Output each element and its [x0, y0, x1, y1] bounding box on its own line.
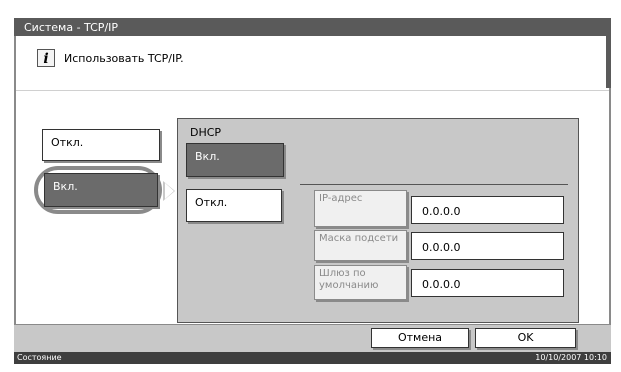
dhcp-off-label: Откл.: [195, 196, 228, 209]
ip-address-label: IP-адрес: [314, 190, 407, 227]
ip-address-field[interactable]: 0.0.0.0: [411, 196, 564, 224]
window-title: Система - TCP/IP: [24, 20, 119, 34]
status-button[interactable]: Состояние: [17, 352, 62, 364]
info-message: Использовать TCP/IP.: [64, 52, 184, 65]
tcpip-off-label: Откл.: [51, 136, 84, 149]
default-gateway-field[interactable]: 0.0.0.0: [411, 269, 564, 297]
dhcp-off-button[interactable]: Откл.: [186, 189, 282, 222]
dhcp-on-button[interactable]: Вкл.: [186, 143, 284, 177]
subnet-mask-field[interactable]: 0.0.0.0: [411, 232, 564, 260]
dhcp-on-label: Вкл.: [195, 150, 220, 163]
subnet-mask-label: Маска подсети: [314, 230, 407, 261]
tcpip-off-button[interactable]: Откл.: [42, 129, 160, 161]
tcpip-on-label: Вкл.: [53, 180, 78, 193]
pointer-arrow-inner: [165, 183, 174, 199]
default-gateway-label: Шлюз по умолчанию: [314, 265, 407, 300]
title-bar: Система - TCP/IP: [14, 18, 611, 88]
title-bar-edge: [606, 18, 611, 88]
header-divider: [16, 90, 609, 91]
ok-button[interactable]: OK: [475, 328, 576, 348]
datetime-display: 10/10/2007 10:10: [535, 353, 607, 362]
tcpip-on-button[interactable]: Вкл.: [44, 173, 158, 207]
status-bar: Состояние 10/10/2007 10:10: [14, 352, 611, 364]
info-icon: i: [37, 49, 55, 67]
cancel-button[interactable]: Отмена: [371, 328, 469, 348]
dhcp-label: DHCP: [190, 126, 222, 139]
panel-divider: [300, 184, 568, 185]
